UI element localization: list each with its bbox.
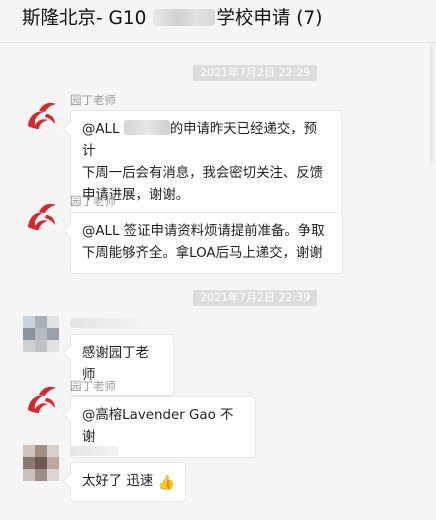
avatar-blurred[interactable] [23,316,59,352]
blurred-photo-icon [23,316,59,352]
message-bubble[interactable]: 太好了 迅速 👍 [70,462,186,502]
sender-name: 园丁老师 [70,379,116,393]
sender-name: 园丁老师 [70,194,116,208]
avatar-blurred[interactable] [23,445,59,481]
message-text: @ALL 的申请昨天已经递交，预计 下周一后会有消息，我会密切关注、反馈 申请进展，… [82,120,324,203]
logo-icon [28,203,56,230]
message-text: @高榕Lavender Gao 不谢 [82,408,234,445]
chat-header: 斯隆北京- G10 学校申请 (7) [0,0,436,43]
timestamp: 2021年7月2日 22:29 [193,65,318,81]
thumbs-up-icon: 👍 [157,475,175,491]
message-text: @ALL 签证申请资料烦请提前准备。争取 下周能够齐全。拿LOA后马上递交，谢谢 [82,224,325,261]
avatar-logo[interactable] [24,382,60,418]
avatar-logo[interactable] [24,98,60,134]
scrollbar[interactable] [430,44,433,164]
blurred-photo-icon [23,445,59,481]
logo-icon [28,102,56,129]
avatar-logo[interactable] [24,199,60,235]
chat-title-start: 斯隆北京- G10 [22,8,153,29]
redacted-sender-name [70,446,118,456]
message-text: 太好了 迅速 👍 [82,474,175,491]
chat-title[interactable]: 斯隆北京- G10 学校申请 (7) [22,6,322,32]
timestamp: 2021年7月2日 22:39 [193,290,318,306]
redacted-name [123,120,170,135]
sender-name: 园丁老师 [70,93,116,107]
message-bubble[interactable]: @ALL 签证申请资料烦请提前准备。争取 下周能够齐全。拿LOA后马上递交，谢谢 [70,212,343,274]
chat-title-end: 学校申请 (7) [216,8,323,29]
redacted-sender-name [70,318,140,328]
redacted-title-segment [153,9,216,26]
logo-icon [28,386,56,413]
